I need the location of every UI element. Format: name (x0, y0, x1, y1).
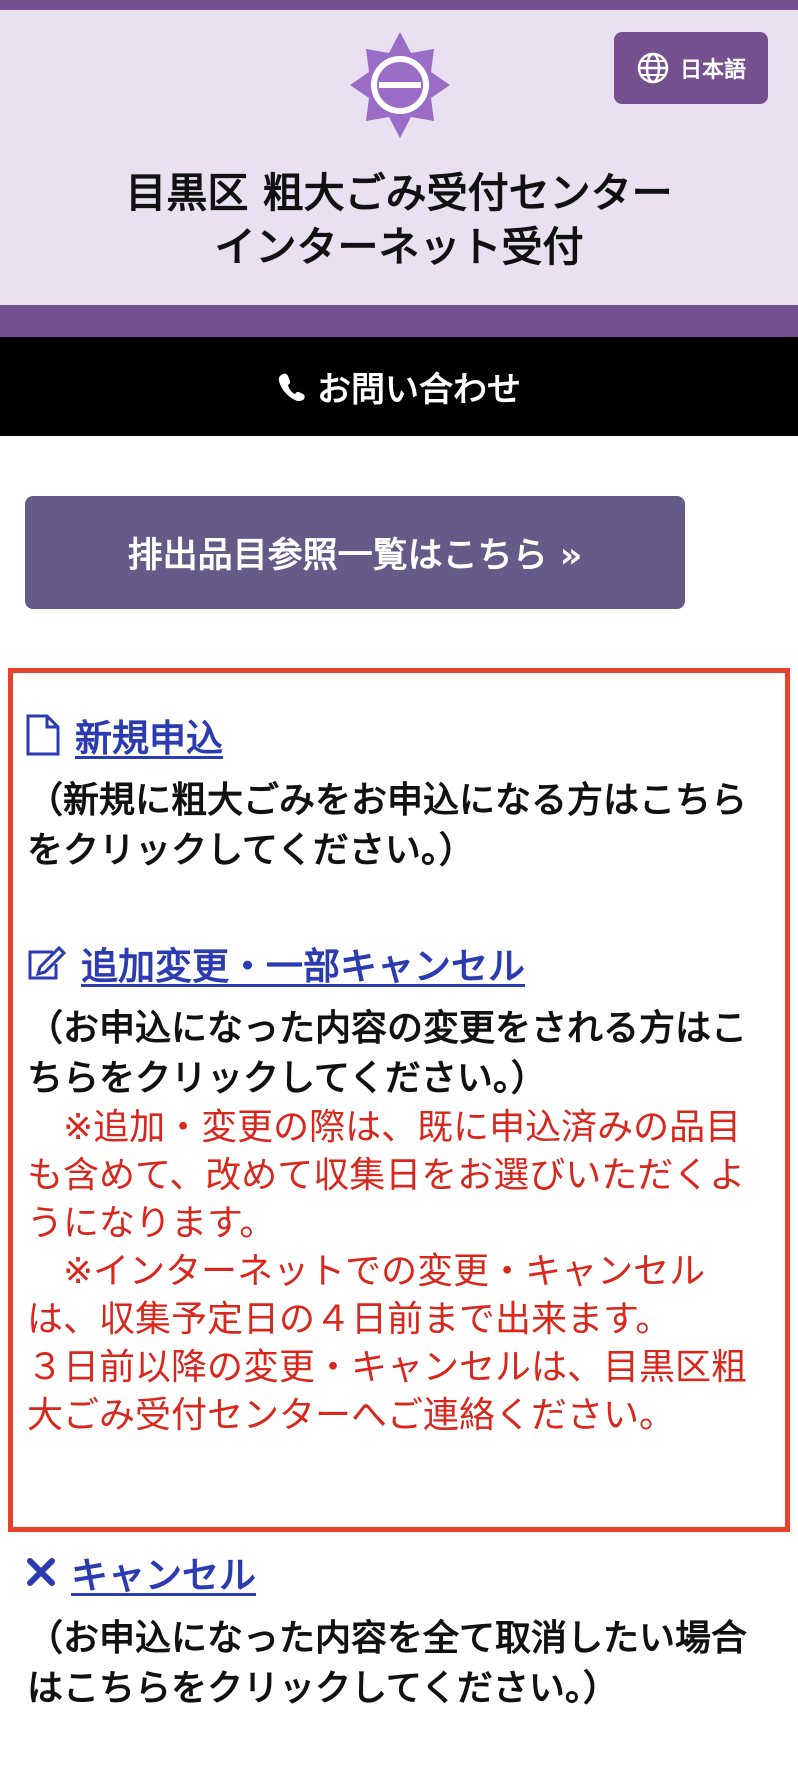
cancel-description: （お申込になった内容を全て取消したい場合はこちらをクリックしてください。） (27, 1618, 748, 1709)
top-stripe (0, 0, 798, 10)
title-line-1: 目黒区 粗大ごみ受付センター (125, 169, 673, 217)
new-application-link[interactable]: 新規申込 (75, 708, 223, 762)
cancel-link[interactable]: キャンセル (71, 1545, 256, 1599)
item-list-button[interactable]: 排出品目参照一覧はこちら » (25, 496, 685, 609)
contact-link[interactable]: お問い合わせ (0, 337, 798, 436)
modify-note-1: ※追加・変更の際は、既に申込済みの品目も含めて、改めて収集日をお選びいただくよう… (27, 1107, 746, 1244)
modify-row: 追加変更・一部キャンセル (25, 936, 525, 990)
modify-note-3: ３日前以降の変更・キャンセルは、目黒区粗大ごみ受付センターへご連絡ください。 (27, 1347, 748, 1436)
page-title: 目黒区 粗大ごみ受付センター インターネット受付 (0, 166, 798, 274)
modify-description: （お申込になった内容の変更をされる方はこちらをクリックしてください。） (27, 1008, 748, 1099)
new-application-row: 新規申込 (25, 708, 223, 762)
cancel-row: キャンセル (25, 1545, 256, 1599)
language-label: 日本語 (679, 58, 746, 83)
language-button[interactable]: 日本語 (614, 32, 768, 104)
title-line-2: インターネット受付 (214, 223, 584, 271)
item-list-button-label: 排出品目参照一覧はこちら » (127, 536, 583, 576)
document-icon (26, 714, 60, 756)
new-application-description: （新規に粗大ごみをお申込になる方はこちらをクリックしてください。） (27, 780, 748, 871)
contact-label: お問い合わせ (317, 370, 521, 410)
modify-link[interactable]: 追加変更・一部キャンセル (81, 936, 525, 990)
header-bottom-stripe (0, 305, 798, 337)
modify-note-2: ※インターネットでの変更・キャンセルは、収集予定日の４日前まで出来ます。 (27, 1251, 706, 1340)
edit-icon (28, 945, 67, 980)
globe-icon (637, 52, 669, 84)
phone-icon (278, 373, 305, 401)
meguro-emblem-icon (350, 32, 450, 138)
x-icon (27, 1558, 55, 1586)
